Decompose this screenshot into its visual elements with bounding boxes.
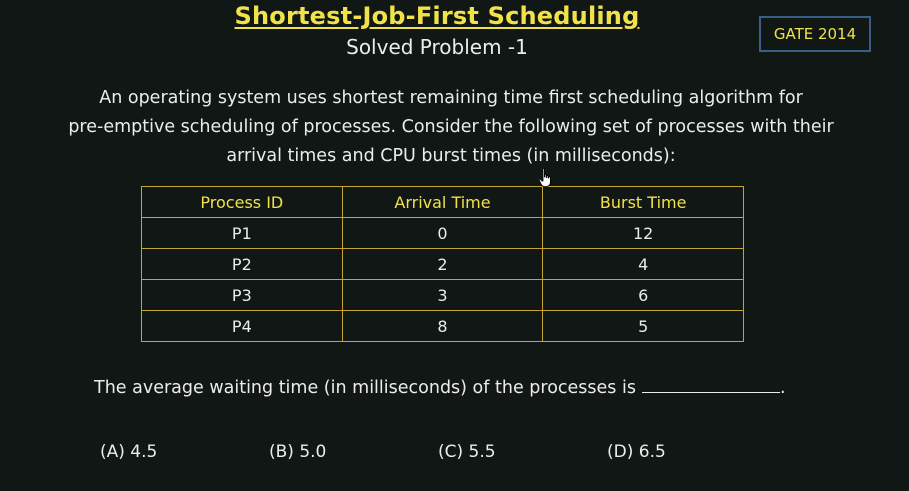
arrival-time-cell: 0	[341, 217, 544, 249]
option-c: (C) 5.5	[438, 442, 496, 462]
table-row: P2 2 4	[141, 248, 744, 280]
question-end: .	[779, 378, 786, 398]
arrival-time-cell: 2	[341, 248, 544, 280]
process-id-cell: P4	[141, 310, 343, 342]
option-b: (B) 5.0	[269, 442, 327, 462]
question: The average waiting time (in millisecond…	[94, 376, 786, 398]
page-subtitle: Solved Problem -1	[346, 35, 528, 59]
table-row: P3 3 6	[141, 279, 744, 311]
burst-time-cell: 4	[542, 248, 744, 280]
option-a: (A) 4.5	[100, 442, 158, 462]
exam-badge: GATE 2014	[759, 16, 871, 52]
table-header-row: Process ID Arrival Time Burst Time	[141, 186, 744, 218]
burst-time-cell: 5	[542, 310, 744, 342]
process-id-cell: P3	[141, 279, 343, 311]
column-header-arrival-time: Arrival Time	[341, 186, 544, 218]
column-header-burst-time: Burst Time	[542, 186, 744, 218]
hand-pointer-icon	[538, 168, 551, 187]
burst-time-cell: 12	[542, 217, 744, 249]
table-row: P4 8 5	[141, 310, 744, 342]
burst-time-cell: 6	[542, 279, 744, 311]
process-id-cell: P2	[141, 248, 343, 280]
page-title: Shortest-Job-First Scheduling	[234, 2, 640, 30]
problem-line-1: An operating system uses shortest remain…	[99, 88, 803, 108]
question-text: The average waiting time (in millisecond…	[94, 378, 636, 398]
table-row: P1 0 12	[141, 217, 744, 249]
arrival-time-cell: 8	[341, 310, 544, 342]
problem-line-3: arrival times and CPU burst times (in mi…	[226, 146, 676, 166]
problem-line-2: pre-emptive scheduling of processes. Con…	[68, 117, 834, 137]
option-d: (D) 6.5	[607, 442, 666, 462]
problem-statement: An operating system uses shortest remain…	[38, 84, 864, 171]
answer-blank	[641, 376, 780, 393]
process-table: Process ID Arrival Time Burst Time P1 0 …	[141, 186, 744, 342]
arrival-time-cell: 3	[341, 279, 544, 311]
column-header-process-id: Process ID	[141, 186, 343, 218]
process-id-cell: P1	[141, 217, 343, 249]
